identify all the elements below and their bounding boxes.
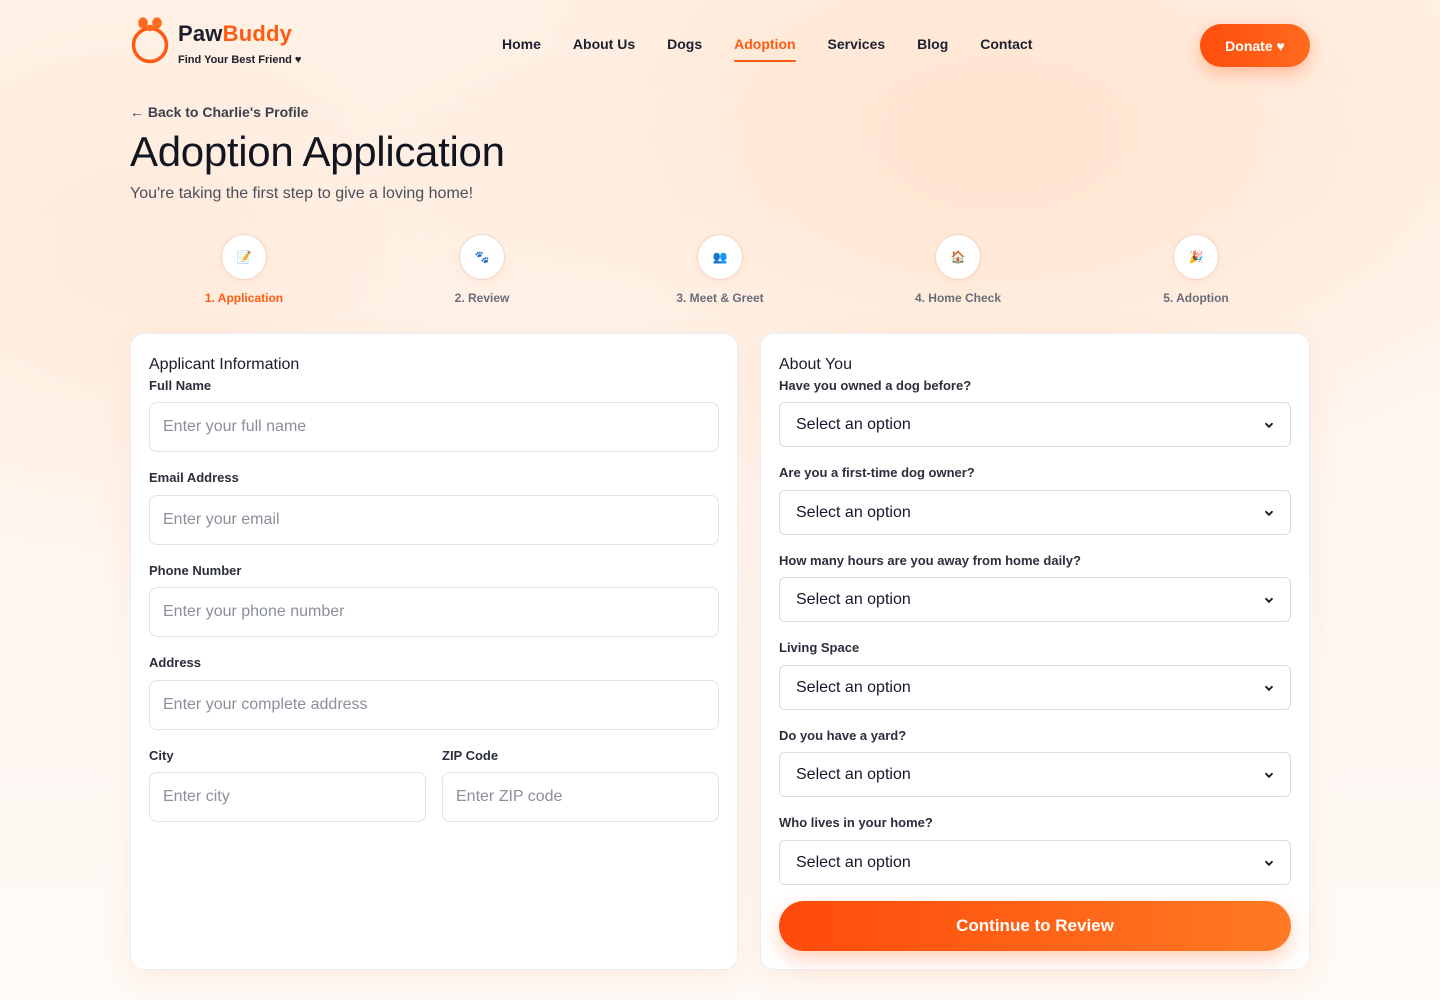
owned-dog-select[interactable]: Select an option [779,402,1291,447]
paw-icon: 🐾 [459,234,505,280]
select-value: Select an option [796,678,911,696]
step-adoption: 🎉 5. Adoption [1126,234,1266,305]
chevron-down-icon [1264,597,1274,603]
people-icon: 👥 [697,234,743,280]
paw-logo-icon [131,17,169,64]
chevron-down-icon [1264,860,1274,866]
nav-about-us[interactable]: About Us [573,36,635,62]
select-value: Select an option [796,590,911,608]
main-nav: Home About Us Dogs Adoption Services Blo… [502,36,1064,62]
house-icon: 🏠 [935,234,981,280]
select-value: Select an option [796,503,911,521]
zip-input[interactable] [442,772,719,822]
card-title: About You [779,356,852,373]
step-application: 📝 1. Application [174,234,314,305]
step-label: 2. Review [454,291,510,305]
about-you-card: About You Have you owned a dog before? S… [760,333,1310,970]
household-label: Who lives in your home? [779,815,933,830]
address-input[interactable] [149,680,719,730]
full-name-label: Full Name [149,378,212,393]
site-logo[interactable]: PawBuddy Find Your Best Friend ♥ [130,16,320,68]
progress-stepper: 📝 1. Application 🐾 2. Review 👥 3. Meet &… [130,234,1310,314]
chevron-down-icon [1264,510,1274,516]
select-value: Select an option [796,853,911,871]
party-icon: 🎉 [1173,234,1219,280]
chevron-down-icon [1264,772,1274,778]
first-time-owner-label: Are you a first-time dog owner? [779,465,975,480]
nav-dogs[interactable]: Dogs [667,36,702,62]
back-to-profile-link[interactable]: ← Back to Charlie's Profile [130,104,308,120]
address-label: Address [149,655,202,670]
step-label: 1. Application [204,291,284,305]
site-header: PawBuddy Find Your Best Friend ♥ Home Ab… [0,0,1440,90]
zip-label: ZIP Code [442,748,499,763]
yard-select[interactable]: Select an option [779,752,1291,797]
step-label: 3. Meet & Greet [676,291,764,305]
city-input[interactable] [149,772,426,822]
select-value: Select an option [796,765,911,783]
nav-blog[interactable]: Blog [917,36,948,62]
hours-away-select[interactable]: Select an option [779,577,1291,622]
yard-label: Do you have a yard? [779,728,907,743]
brand-tagline: Find Your Best Friend ♥ [178,54,302,66]
chevron-down-icon [1264,685,1274,691]
hours-away-label: How many hours are you away from home da… [779,553,1081,568]
page-title: Adoption Application [130,128,505,175]
first-time-owner-select[interactable]: Select an option [779,490,1291,535]
page-subtitle: You're taking the first step to give a l… [130,185,474,202]
nav-services[interactable]: Services [828,36,886,62]
city-label: City [149,748,174,763]
select-value: Select an option [796,415,911,433]
owned-dog-label: Have you owned a dog before? [779,378,972,393]
applicant-information-card: Applicant Information Full Name Email Ad… [130,333,738,970]
household-select[interactable]: Select an option [779,840,1291,885]
donate-button[interactable]: Donate ♥ [1200,24,1310,67]
living-space-label: Living Space [779,640,860,655]
nav-contact[interactable]: Contact [980,36,1032,62]
full-name-input[interactable] [149,402,719,452]
chevron-down-icon [1264,422,1274,428]
step-review: 🐾 2. Review [412,234,552,305]
phone-label: Phone Number [149,563,242,578]
email-label: Email Address [149,470,239,485]
continue-to-review-button[interactable]: Continue to Review [779,901,1291,951]
nav-home[interactable]: Home [502,36,541,62]
clipboard-icon: 📝 [221,234,267,280]
nav-adoption[interactable]: Adoption [734,36,796,62]
card-title: Applicant Information [149,356,300,373]
brand-name: PawBuddy [178,21,293,46]
step-label: 5. Adoption [1163,291,1229,305]
phone-input[interactable] [149,587,719,637]
email-input[interactable] [149,495,719,545]
step-meet-greet: 👥 3. Meet & Greet [650,234,790,305]
step-label: 4. Home Check [914,291,1002,305]
living-space-select[interactable]: Select an option [779,665,1291,710]
step-home-check: 🏠 4. Home Check [888,234,1028,305]
